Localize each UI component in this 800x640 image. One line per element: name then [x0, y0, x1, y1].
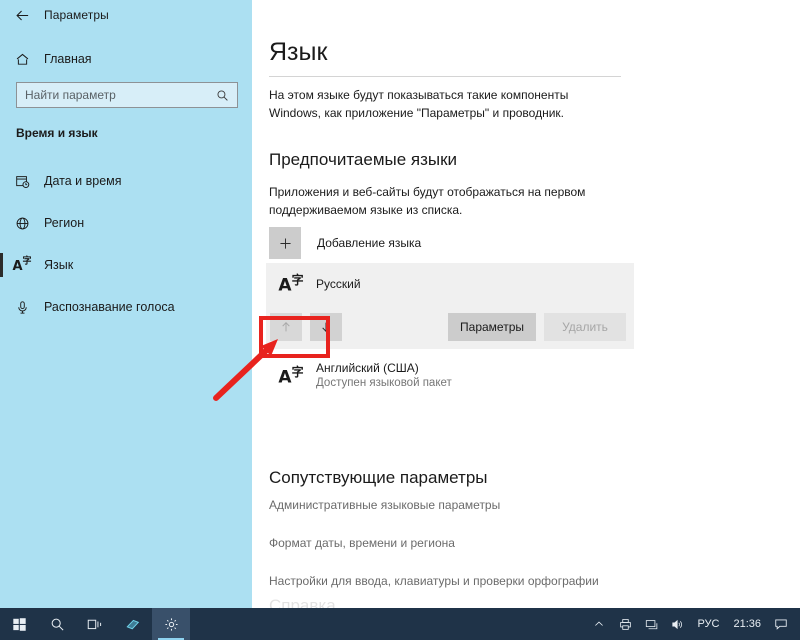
settings-window: Параметры Главная Время и язык [0, 0, 800, 640]
sidebar-item-language[interactable]: A字 Язык [0, 244, 252, 286]
app-button[interactable] [114, 608, 152, 640]
tray-language[interactable]: РУС [690, 618, 726, 630]
cut-off-heading: Справка [269, 596, 336, 608]
microphone-icon [0, 300, 44, 315]
sidebar-item-region[interactable]: Регион [0, 202, 252, 244]
related-link[interactable]: Формат даты, времени и региона [269, 536, 669, 550]
move-up-button[interactable] [270, 313, 302, 341]
page-description: На этом языке будут показываться такие к… [269, 88, 569, 120]
language-name: Английский (США) [316, 361, 419, 375]
sidebar-nav: Дата и время Регион A字 Язык Распознавани… [0, 160, 252, 328]
language-list-item[interactable]: A字 Английский (США) Доступен языковой па… [266, 353, 634, 399]
title-divider [269, 76, 621, 77]
add-language-label: Добавление языка [317, 236, 422, 250]
home-icon [0, 52, 44, 67]
printer-icon[interactable] [612, 608, 638, 640]
add-language-button[interactable]: Добавление языка [269, 227, 421, 259]
language-row[interactable]: A字 Русский [266, 263, 634, 305]
sidebar-item-label: Дата и время [44, 174, 122, 188]
language-texts: Английский (США) Доступен языковой пакет [316, 361, 452, 391]
page-title: Язык [269, 38, 328, 66]
search-icon [216, 89, 237, 102]
tray-clock[interactable]: 21:36 [726, 618, 768, 630]
related-settings-heading: Сопутствующие параметры [269, 468, 488, 487]
related-link[interactable]: Административные языковые параметры [269, 498, 669, 512]
search-box[interactable] [16, 82, 238, 108]
related-link[interactable]: Настройки для ввода, клавиатуры и провер… [269, 574, 669, 588]
language-options-button[interactable]: Параметры [448, 313, 536, 341]
start-button[interactable] [0, 608, 38, 640]
language-list: A字 Русский Параметры Удалить A字 Английск… [266, 263, 634, 399]
preferred-languages-description: Приложения и веб-сайты будут отображатьс… [269, 185, 586, 217]
sidebar-group-title: Время и язык [16, 126, 98, 140]
taskbar: РУС 21:36 [0, 608, 800, 640]
settings-button[interactable] [152, 608, 190, 640]
move-down-button[interactable] [310, 313, 342, 341]
sidebar-item-label: Регион [44, 216, 85, 230]
preferred-languages-heading: Предпочитаемые языки [269, 150, 458, 169]
language-remove-button[interactable]: Удалить [544, 313, 626, 341]
sidebar-item-label: Язык [44, 258, 74, 272]
app-title: Параметры [44, 8, 109, 22]
language-name: Русский [316, 276, 361, 291]
sidebar-item-date-time[interactable]: Дата и время [0, 160, 252, 202]
sidebar-item-home-label: Главная [44, 52, 92, 66]
volume-icon[interactable] [664, 608, 690, 640]
related-settings-links: Административные языковые параметры Форм… [269, 498, 669, 608]
system-tray: РУС 21:36 [586, 608, 800, 640]
language-subtitle: Доступен языковой пакет [316, 377, 452, 389]
search-input[interactable] [17, 88, 216, 102]
language-texts: Русский [316, 277, 361, 292]
plus-icon [269, 227, 301, 259]
language-action-buttons: Параметры Удалить [448, 313, 626, 341]
notification-icon[interactable] [768, 608, 794, 640]
chevron-up-icon[interactable] [586, 608, 612, 640]
task-view-button[interactable] [76, 608, 114, 640]
main-content: Язык На этом языке будут показываться та… [252, 0, 800, 608]
calendar-clock-icon [0, 174, 44, 189]
network-icon[interactable] [638, 608, 664, 640]
title-bar: Параметры [0, 0, 252, 30]
search-button[interactable] [38, 608, 76, 640]
globe-icon [0, 216, 44, 231]
language-icon: A字 [278, 272, 304, 296]
back-arrow-icon[interactable] [0, 0, 44, 30]
language-actions: Параметры Удалить [266, 305, 634, 349]
language-icon: A字 [278, 364, 304, 388]
sidebar-item-label: Распознавание голоса [44, 300, 175, 314]
sidebar-item-speech[interactable]: Распознавание голоса [0, 286, 252, 328]
selection-indicator [0, 253, 3, 277]
sidebar-item-home[interactable]: Главная [0, 44, 252, 74]
language-icon: A字 [12, 256, 32, 274]
taskbar-buttons [0, 608, 190, 640]
sidebar: Параметры Главная Время и язык [0, 0, 252, 608]
language-list-item-selected[interactable]: A字 Русский Параметры Удалить [266, 263, 634, 349]
